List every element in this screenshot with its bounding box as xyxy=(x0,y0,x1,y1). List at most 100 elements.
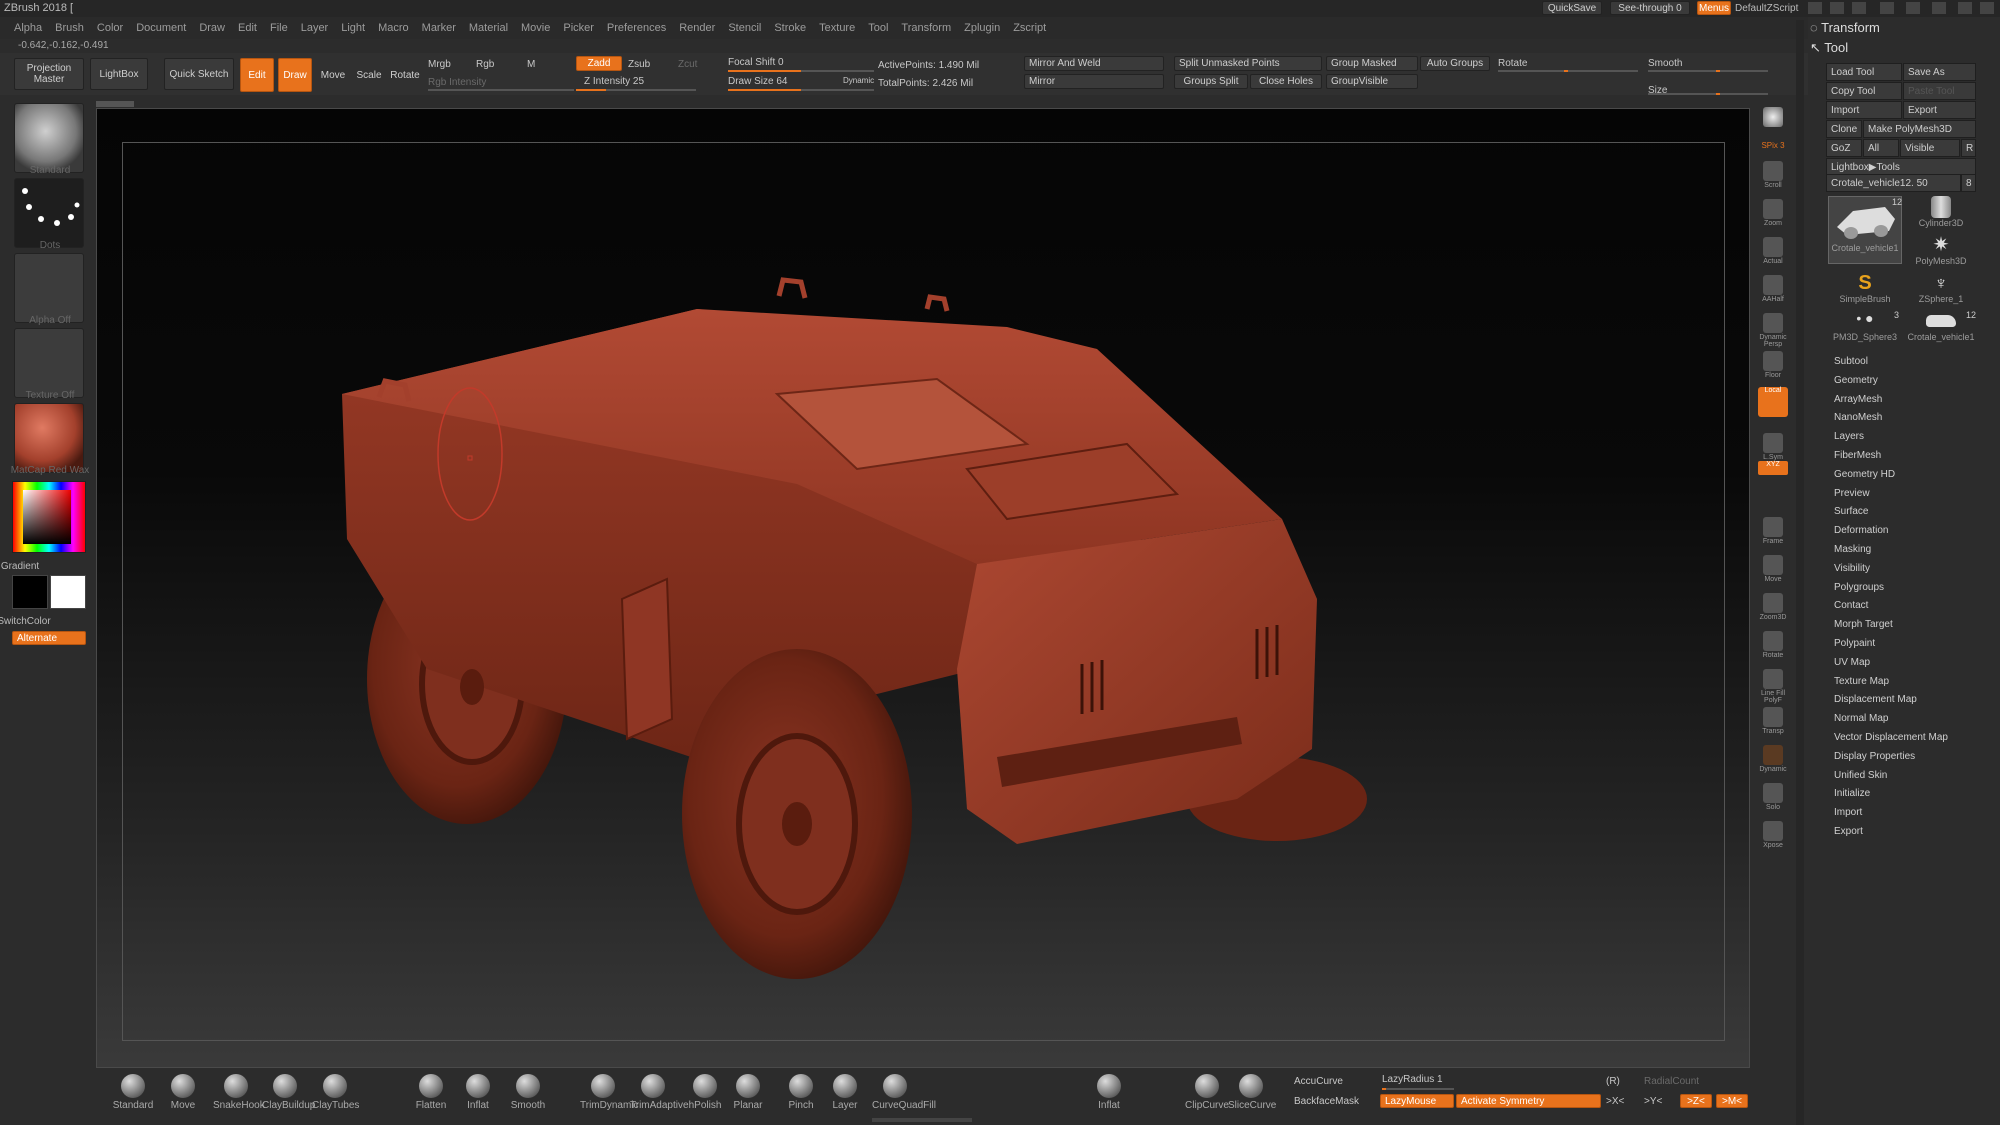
scale-button[interactable]: Scale xyxy=(352,58,386,92)
backfacemask-button[interactable]: BackfaceMask xyxy=(1294,1096,1359,1107)
subpalette-export[interactable]: Export xyxy=(1834,826,1863,837)
menu-zplugin[interactable]: Zplugin xyxy=(964,22,1000,34)
groups-split-button[interactable]: Groups Split xyxy=(1174,74,1248,89)
subpalette-vector-displacement-map[interactable]: Vector Displacement Map xyxy=(1834,732,1948,743)
accucurve-button[interactable]: AccuCurve xyxy=(1294,1076,1343,1087)
aahalf-button[interactable]: AAHalf xyxy=(1758,275,1788,309)
brush-curvequadfill-button[interactable]: CurveQuadFill xyxy=(872,1074,936,1111)
group-masked-button[interactable]: Group Masked xyxy=(1326,56,1418,71)
menu-macro[interactable]: Macro xyxy=(378,22,409,34)
brush-planar-button[interactable]: Planar xyxy=(725,1074,771,1111)
subpalette-initialize[interactable]: Initialize xyxy=(1834,788,1870,799)
current-tool-slider[interactable]: Crotale_vehicle12. 50 xyxy=(1826,174,1961,192)
projection-master-button[interactable]: Projection Master xyxy=(14,58,84,90)
y-axis-button[interactable]: >Y< xyxy=(1644,1096,1662,1107)
menu-file[interactable]: File xyxy=(270,22,288,34)
brush-snakehook-button[interactable]: SnakeHook xyxy=(213,1074,265,1111)
draw-size-track[interactable] xyxy=(728,89,874,91)
goz-button[interactable]: GoZ xyxy=(1826,139,1862,157)
clone-button[interactable]: Clone xyxy=(1826,120,1862,138)
default-zscript-button[interactable]: DefaultZScript xyxy=(1735,3,1798,14)
brush-trimadaptive-button[interactable]: TrimAdaptive xyxy=(630,1074,689,1111)
alpha-thumbnail[interactable] xyxy=(14,253,84,323)
subpalette-normal-map[interactable]: Normal Map xyxy=(1834,713,1888,724)
focal-shift-slider[interactable]: Focal Shift 0 xyxy=(728,57,784,68)
maximize-icon[interactable] xyxy=(1958,2,1972,14)
menu-tool[interactable]: Tool xyxy=(868,22,888,34)
close-holes-button[interactable]: Close Holes xyxy=(1250,74,1322,89)
xpose-button[interactable]: Xpose xyxy=(1758,821,1788,855)
focal-shift-track[interactable] xyxy=(728,70,874,72)
tool-thumb-simplebrush[interactable]: S SimpleBrush xyxy=(1828,272,1902,310)
zcut-button[interactable]: Zcut xyxy=(678,59,697,70)
draw-button[interactable]: Draw xyxy=(278,58,312,92)
layout-icon[interactable] xyxy=(1830,2,1844,14)
copy-tool-button[interactable]: Copy Tool xyxy=(1826,82,1902,100)
make-polymesh-button[interactable]: Make PolyMesh3D xyxy=(1863,120,1976,138)
brush-claybuildup-button[interactable]: ClayBuildup xyxy=(262,1074,315,1111)
subpalette-texture-map[interactable]: Texture Map xyxy=(1834,676,1889,687)
subpalette-nanomesh[interactable]: NanoMesh xyxy=(1834,412,1882,423)
z-intensity-track[interactable] xyxy=(576,89,696,91)
export-button[interactable]: Export xyxy=(1903,101,1976,119)
menu-material[interactable]: Material xyxy=(469,22,508,34)
subpalette-fibermesh[interactable]: FiberMesh xyxy=(1834,450,1881,461)
actual-button[interactable]: Actual xyxy=(1758,237,1788,271)
menu-brush[interactable]: Brush xyxy=(55,22,84,34)
rotate-button[interactable]: Rotate xyxy=(388,58,422,92)
split-unmasked-points-button[interactable]: Split Unmasked Points xyxy=(1174,56,1322,71)
subpalette-uv-map[interactable]: UV Map xyxy=(1834,657,1870,668)
m-button[interactable]: M xyxy=(527,59,535,70)
tool-thumb-cylinder[interactable]: Cylinder3D xyxy=(1904,196,1978,234)
rotate-slider[interactable]: Rotate xyxy=(1498,58,1527,69)
brush-flatten-button[interactable]: Flatten xyxy=(408,1074,454,1111)
brush-slicecurve-button[interactable]: SliceCurve xyxy=(1228,1074,1276,1111)
z-intensity-slider[interactable]: Z Intensity 25 xyxy=(584,76,644,87)
menu-render[interactable]: Render xyxy=(679,22,715,34)
dynamic-toggle[interactable]: Dynamic xyxy=(843,76,874,85)
lazymouse-button[interactable]: LazyMouse xyxy=(1380,1094,1454,1108)
menu-light[interactable]: Light xyxy=(341,22,365,34)
local-button[interactable]: Local xyxy=(1758,387,1788,417)
tool-palette-header[interactable]: ↖ Tool xyxy=(1810,40,1848,56)
brush-inflat-button[interactable]: Inflat xyxy=(1086,1074,1132,1111)
save-as-button[interactable]: Save As xyxy=(1903,63,1976,81)
main-color-swatch[interactable] xyxy=(12,575,48,609)
smooth-track[interactable] xyxy=(1648,70,1768,72)
x-axis-button[interactable]: >X< xyxy=(1606,1096,1624,1107)
subpalette-arraymesh[interactable]: ArrayMesh xyxy=(1834,394,1882,405)
group-visible-button[interactable]: GroupVisible xyxy=(1326,74,1418,89)
z-axis-button[interactable]: >Z< xyxy=(1680,1094,1712,1108)
material-thumbnail[interactable] xyxy=(14,403,84,473)
stroke-thumbnail[interactable] xyxy=(14,178,84,248)
subpalette-subtool[interactable]: Subtool xyxy=(1834,356,1868,367)
tool-thumb-zsphere[interactable]: ♆ ZSphere_1 xyxy=(1904,272,1978,310)
scroll-button[interactable]: Scroll xyxy=(1758,161,1788,195)
secondary-color-swatch[interactable] xyxy=(50,575,86,609)
brush-hpolish-button[interactable]: hPolish xyxy=(682,1074,728,1111)
menu-document[interactable]: Document xyxy=(136,22,186,34)
bpr-button[interactable] xyxy=(1758,107,1788,141)
lightbox-button[interactable]: LightBox xyxy=(90,58,148,90)
close-icon[interactable] xyxy=(1980,2,1994,14)
menu-stroke[interactable]: Stroke xyxy=(774,22,806,34)
menu-marker[interactable]: Marker xyxy=(422,22,456,34)
canvas-scroll-handle[interactable] xyxy=(96,101,134,107)
transform-palette-header[interactable]: ◌ Transform xyxy=(1810,20,1880,35)
texture-thumbnail[interactable] xyxy=(14,328,84,398)
menu-stencil[interactable]: Stencil xyxy=(728,22,761,34)
rgb-intensity-track[interactable] xyxy=(428,89,574,91)
subpalette-masking[interactable]: Masking xyxy=(1834,544,1871,555)
subpalette-surface[interactable]: Surface xyxy=(1834,506,1868,517)
mrgb-button[interactable]: Mrgb xyxy=(428,59,451,70)
subpalette-displacement-map[interactable]: Displacement Map xyxy=(1834,694,1917,705)
dynamic-button[interactable]: Dynamic xyxy=(1758,745,1788,779)
see-through-slider[interactable]: See-through 0 xyxy=(1610,1,1690,15)
switch-color-button[interactable]: SwitchColor xyxy=(0,616,74,627)
zoom3d-button[interactable]: Zoom3D xyxy=(1758,593,1788,627)
subpalette-polygroups[interactable]: Polygroups xyxy=(1834,582,1884,593)
menu-zscript[interactable]: Zscript xyxy=(1013,22,1046,34)
tool-thumb-crotale[interactable]: Crotale_vehicle1 xyxy=(1828,196,1902,264)
subpalette-visibility[interactable]: Visibility xyxy=(1834,563,1870,574)
zsub-button[interactable]: Zsub xyxy=(628,59,650,70)
